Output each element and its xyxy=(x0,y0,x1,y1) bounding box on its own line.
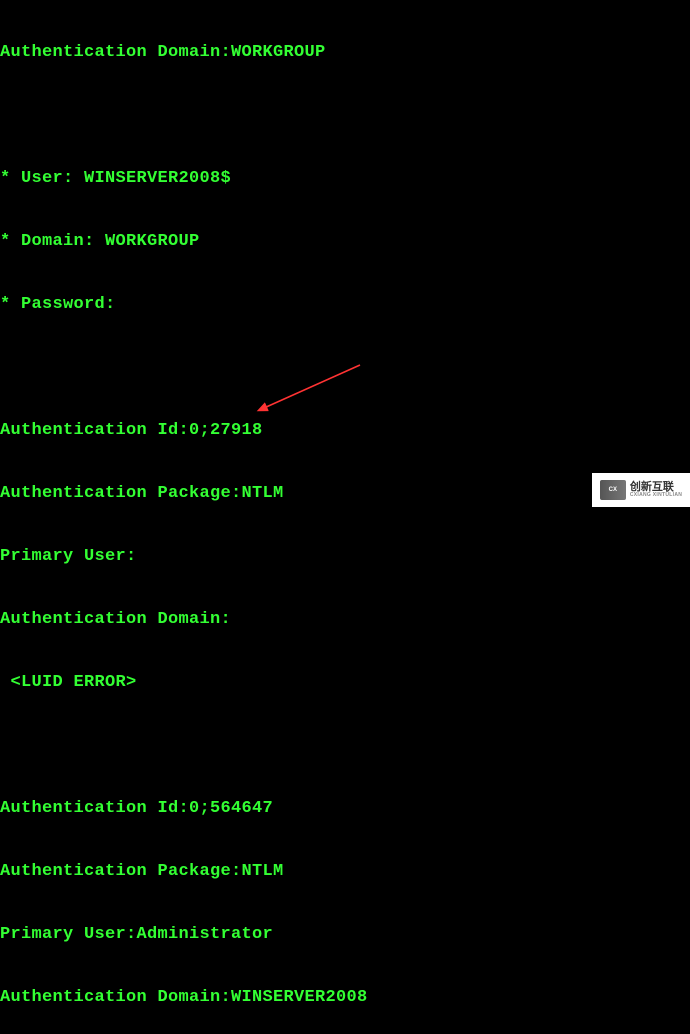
output-line: Primary User:Administrator xyxy=(0,924,690,945)
output-line: Authentication Domain:WINSERVER2008 xyxy=(0,987,690,1008)
output-line xyxy=(0,735,690,756)
output-line: Primary User: xyxy=(0,546,690,567)
watermark-logo-icon: CX xyxy=(600,480,626,500)
watermark-text-en: CXIANG XINTULIAN xyxy=(630,493,682,498)
output-line xyxy=(0,105,690,126)
output-line: Authentication Domain: xyxy=(0,609,690,630)
terminal-output: Authentication Domain:WORKGROUP * User: … xyxy=(0,0,690,1034)
output-line: <LUID ERROR> xyxy=(0,672,690,693)
output-line: Authentication Id:0;27918 xyxy=(0,420,690,441)
output-line: Authentication Id:0;564647 xyxy=(0,798,690,819)
output-line xyxy=(0,357,690,378)
watermark-badge: CX 创新互联 CXIANG XINTULIAN xyxy=(592,473,690,507)
output-line: Authentication Package:NTLM xyxy=(0,483,690,504)
output-line: * Domain: WORKGROUP xyxy=(0,231,690,252)
output-line: * User: WINSERVER2008$ xyxy=(0,168,690,189)
output-line: Authentication Package:NTLM xyxy=(0,861,690,882)
output-line: * Password: xyxy=(0,294,690,315)
output-line: Authentication Domain:WORKGROUP xyxy=(0,42,690,63)
